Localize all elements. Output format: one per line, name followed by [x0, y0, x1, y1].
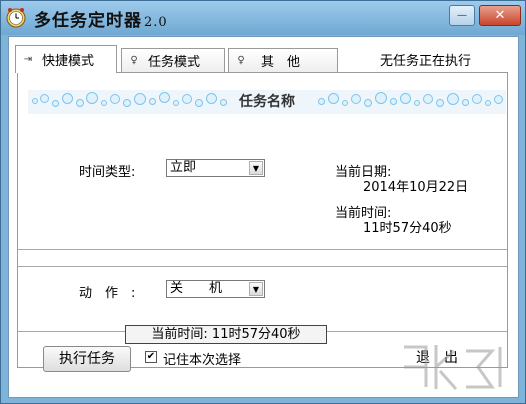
time-type-value: 立即 — [170, 160, 197, 175]
task-status-text: 无任务正在执行 — [380, 54, 472, 69]
tab-label: 其 他 — [261, 55, 301, 70]
chevron-down-icon[interactable]: ▼ — [249, 282, 263, 296]
window-title-name: 多任务定时器 — [34, 11, 142, 31]
quick-mode-panel: 任务名称 时间类型: 立即 ▼ 当前日期: 2014年10月22日 当前时间: … — [17, 72, 508, 368]
remember-selection-checkbox[interactable]: ✔ — [145, 351, 157, 363]
window-title: 多任务定时器 2.0 — [34, 6, 168, 31]
action-label: 动 作 : — [79, 286, 136, 301]
chevron-down-icon[interactable]: ▼ — [249, 161, 263, 175]
tab-pin-icon: ♀ — [237, 55, 245, 66]
time-type-label: 时间类型: — [79, 165, 136, 180]
current-time-value: 11时57分40秒 — [363, 221, 452, 236]
window-title-version: 2.0 — [144, 15, 168, 30]
action-select[interactable]: 关 机 ▼ — [166, 280, 265, 298]
time-type-select[interactable]: 立即 ▼ — [166, 159, 265, 177]
watermark-logo — [404, 345, 502, 390]
minimize-icon: — — [457, 10, 467, 21]
bottom-time-display: 当前时间: 11时57分40秒 — [125, 325, 327, 344]
tab-label: 任务模式 — [148, 55, 201, 70]
task-name-banner: 任务名称 — [28, 90, 506, 114]
tab-arrow-icon: ⇥ — [23, 54, 33, 65]
tab-task-mode[interactable]: ♀ 任务模式 — [121, 48, 225, 72]
execute-task-button[interactable]: 执行任务 — [43, 346, 131, 372]
tab-quick-mode[interactable]: ⇥ 快捷模式 — [15, 45, 117, 73]
clock-app-icon — [6, 8, 26, 28]
action-value: 关 机 — [170, 281, 223, 296]
tab-other[interactable]: ♀ 其 他 — [228, 48, 338, 72]
tab-pin-icon: ♀ — [130, 55, 138, 66]
remember-selection-label: 记住本次选择 — [163, 353, 242, 368]
current-date-value: 2014年10月22日 — [363, 180, 469, 195]
app-window: 多任务定时器 2.0 — ✕ ⇥ 快捷模式 ♀ 任务模式 ♀ 其 他 无任务正在执… — [0, 0, 526, 404]
tab-label: 快捷模式 — [42, 54, 95, 69]
close-button[interactable]: ✕ — [479, 5, 521, 26]
minimize-button[interactable]: — — [449, 5, 475, 26]
divider — [18, 266, 507, 267]
divider — [18, 249, 507, 250]
banner-title: 任务名称 — [239, 94, 295, 110]
title-bar[interactable]: 多任务定时器 2.0 — ✕ — [1, 1, 525, 35]
close-icon: ✕ — [494, 8, 506, 23]
checkmark-icon: ✔ — [146, 351, 156, 362]
